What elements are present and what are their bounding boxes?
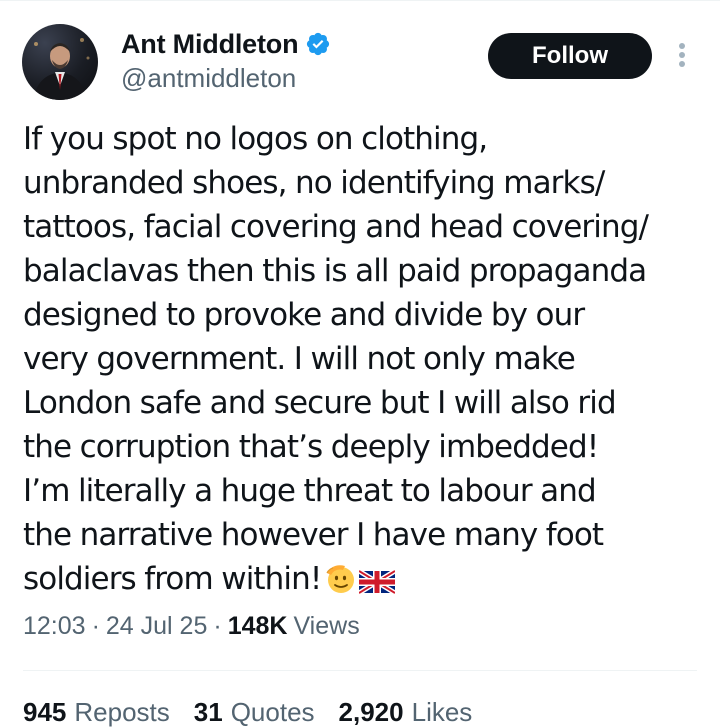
tweet-line: If you spot no logos on clothing, [23,121,488,157]
tweet-time[interactable]: 12:03 [23,612,86,641]
tweet-line: designed to provoke and divide by our [23,297,585,333]
quotes-stat[interactable]: 31 Quotes [194,697,315,728]
tweet-line: London safe and secure but I will also r… [23,385,617,421]
tweet-date[interactable]: 24 Jul 25 [106,612,207,641]
tweet-line: soldiers from within! [23,561,322,597]
meta-separator: · [213,612,222,640]
tweet-line: I’m literally a huge threat to labour an… [23,473,597,509]
dot [679,61,685,67]
tweet-text: If you spot no logos on clothing, unbran… [23,117,703,607]
tweet-line: the narrative however I have many foot [23,517,604,553]
author-handle[interactable]: @antmiddleton [121,63,331,94]
verified-badge-icon[interactable] [305,31,331,57]
author-display-name[interactable]: Ant Middleton [121,29,299,60]
engagement-stats: 945 Reposts 31 Quotes 2,920 Likes [23,697,472,728]
reposts-stat[interactable]: 945 Reposts [23,697,170,728]
dot [679,52,685,58]
profile-photo-icon [34,38,90,100]
tweet-line: balaclavas then this is all paid propaga… [23,253,647,289]
tweet-line: unbranded shoes, no identifying marks/ [23,165,605,201]
tweet-last-line: soldiers from within! [23,557,703,607]
meta-separator: · [91,612,100,640]
stats-divider [23,670,697,671]
avatar[interactable] [22,24,98,100]
author-info[interactable]: Ant Middleton @antmiddleton [121,28,331,94]
more-options-icon[interactable] [670,40,694,70]
tweet-line: tattoos, facial covering and head coveri… [23,209,649,245]
top-divider [0,0,720,1]
dot [679,43,685,49]
views-count: 148K [227,612,288,640]
tweet-meta: 12:03 · 24 Jul 25 · 148K Views [23,612,360,641]
tweet-line: the corruption that’s deeply imbedded! [23,429,599,465]
views-label: Views [293,612,360,640]
tweet-line: very government. I will not only make [23,341,576,377]
uk-flag-icon [358,563,397,607]
follow-button[interactable]: Follow [488,33,652,79]
saluting-face-icon [323,561,357,607]
likes-stat[interactable]: 2,920 Likes [339,697,473,728]
